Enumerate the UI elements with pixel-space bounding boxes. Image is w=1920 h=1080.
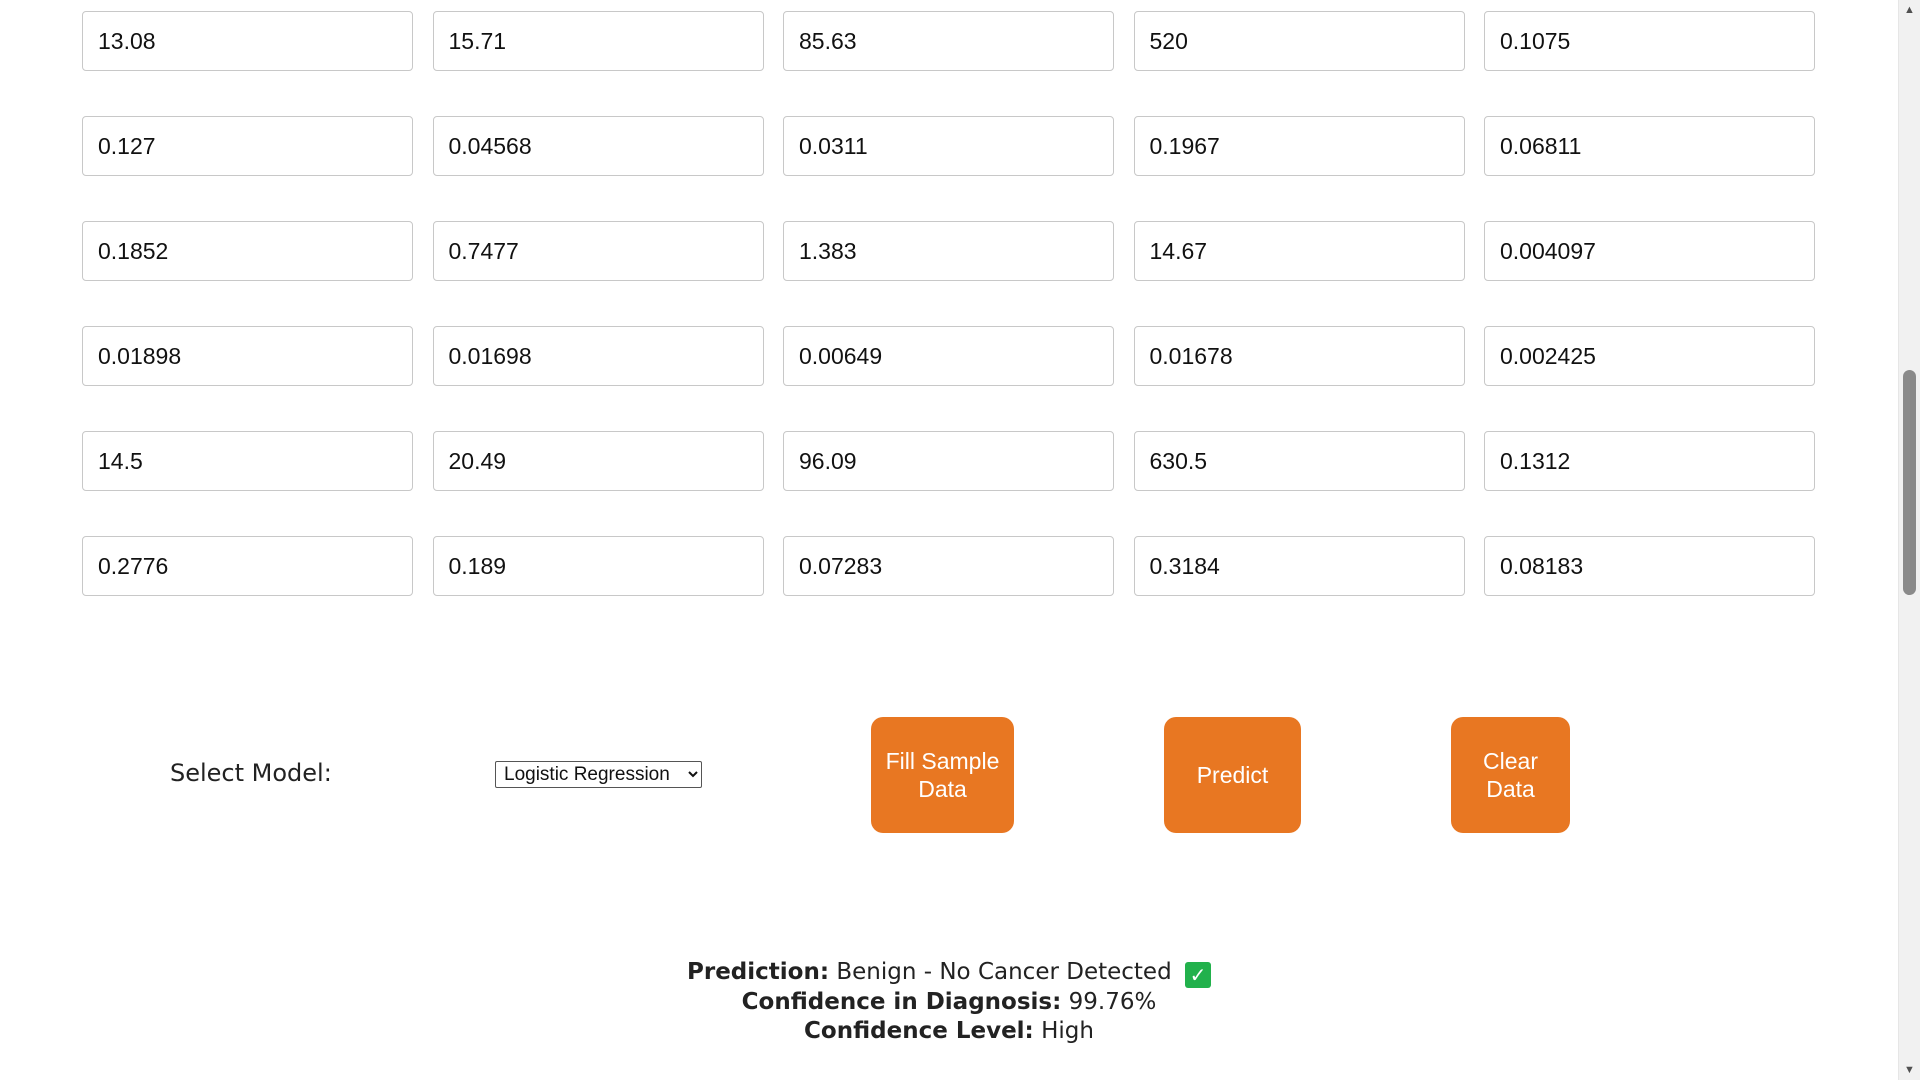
- confidence-label: Confidence in Diagnosis:: [741, 989, 1062, 1015]
- feature-input-19[interactable]: [1133, 326, 1465, 386]
- select-model-label: Select Model:: [170, 759, 332, 787]
- confidence-level-value: High: [1041, 1018, 1094, 1044]
- scroll-up-arrow-icon[interactable]: ▲: [1899, 0, 1920, 20]
- page: Select Model: Logistic Regression Fill S…: [0, 0, 1920, 1080]
- prediction-result: Prediction: Benign - No Cancer Detected …: [0, 958, 1898, 1046]
- feature-input-15[interactable]: [1484, 221, 1815, 281]
- scrollbar-thumb[interactable]: [1903, 370, 1916, 595]
- feature-input-14[interactable]: [1133, 221, 1465, 281]
- fill-sample-data-button[interactable]: Fill Sample Data: [871, 717, 1014, 833]
- feature-input-13[interactable]: [783, 221, 1114, 281]
- model-select[interactable]: Logistic Regression: [495, 761, 702, 788]
- feature-input-22[interactable]: [432, 431, 764, 491]
- feature-input-10[interactable]: [1484, 116, 1815, 176]
- feature-input-12[interactable]: [432, 221, 764, 281]
- controls-row: Select Model: Logistic Regression Fill S…: [0, 717, 1880, 833]
- feature-input-24[interactable]: [1133, 431, 1465, 491]
- feature-input-7[interactable]: [432, 116, 764, 176]
- feature-input-3[interactable]: [783, 11, 1114, 71]
- feature-input-18[interactable]: [783, 326, 1114, 386]
- feature-input-26[interactable]: [82, 536, 413, 596]
- feature-input-20[interactable]: [1484, 326, 1815, 386]
- feature-input-1[interactable]: [82, 11, 413, 71]
- vertical-scrollbar[interactable]: ▲ ▼: [1898, 0, 1920, 1080]
- prediction-line: Prediction: Benign - No Cancer Detected …: [0, 958, 1898, 988]
- prediction-value: Benign - No Cancer Detected: [836, 959, 1172, 985]
- check-mark-icon: ✓: [1185, 962, 1211, 988]
- scroll-down-arrow-icon[interactable]: ▼: [1899, 1060, 1920, 1080]
- clear-data-button[interactable]: Clear Data: [1451, 717, 1570, 833]
- feature-input-5[interactable]: [1484, 11, 1815, 71]
- confidence-value: 99.76%: [1068, 989, 1157, 1015]
- feature-input-8[interactable]: [783, 116, 1114, 176]
- feature-input-30[interactable]: [1484, 536, 1815, 596]
- feature-input-16[interactable]: [82, 326, 413, 386]
- confidence-level-label: Confidence Level:: [804, 1018, 1034, 1044]
- feature-input-4[interactable]: [1133, 11, 1465, 71]
- prediction-label: Prediction:: [687, 959, 830, 985]
- feature-input-grid: [82, 11, 1815, 596]
- feature-input-2[interactable]: [432, 11, 764, 71]
- predict-button[interactable]: Predict: [1164, 717, 1301, 833]
- feature-input-11[interactable]: [82, 221, 413, 281]
- feature-input-29[interactable]: [1133, 536, 1465, 596]
- confidence-level-line: Confidence Level: High: [0, 1017, 1898, 1046]
- feature-input-25[interactable]: [1484, 431, 1815, 491]
- feature-input-9[interactable]: [1133, 116, 1465, 176]
- feature-input-17[interactable]: [432, 326, 764, 386]
- feature-input-23[interactable]: [783, 431, 1114, 491]
- confidence-line: Confidence in Diagnosis: 99.76%: [0, 988, 1898, 1017]
- feature-input-27[interactable]: [432, 536, 764, 596]
- feature-input-28[interactable]: [783, 536, 1114, 596]
- feature-input-21[interactable]: [82, 431, 413, 491]
- feature-input-6[interactable]: [82, 116, 413, 176]
